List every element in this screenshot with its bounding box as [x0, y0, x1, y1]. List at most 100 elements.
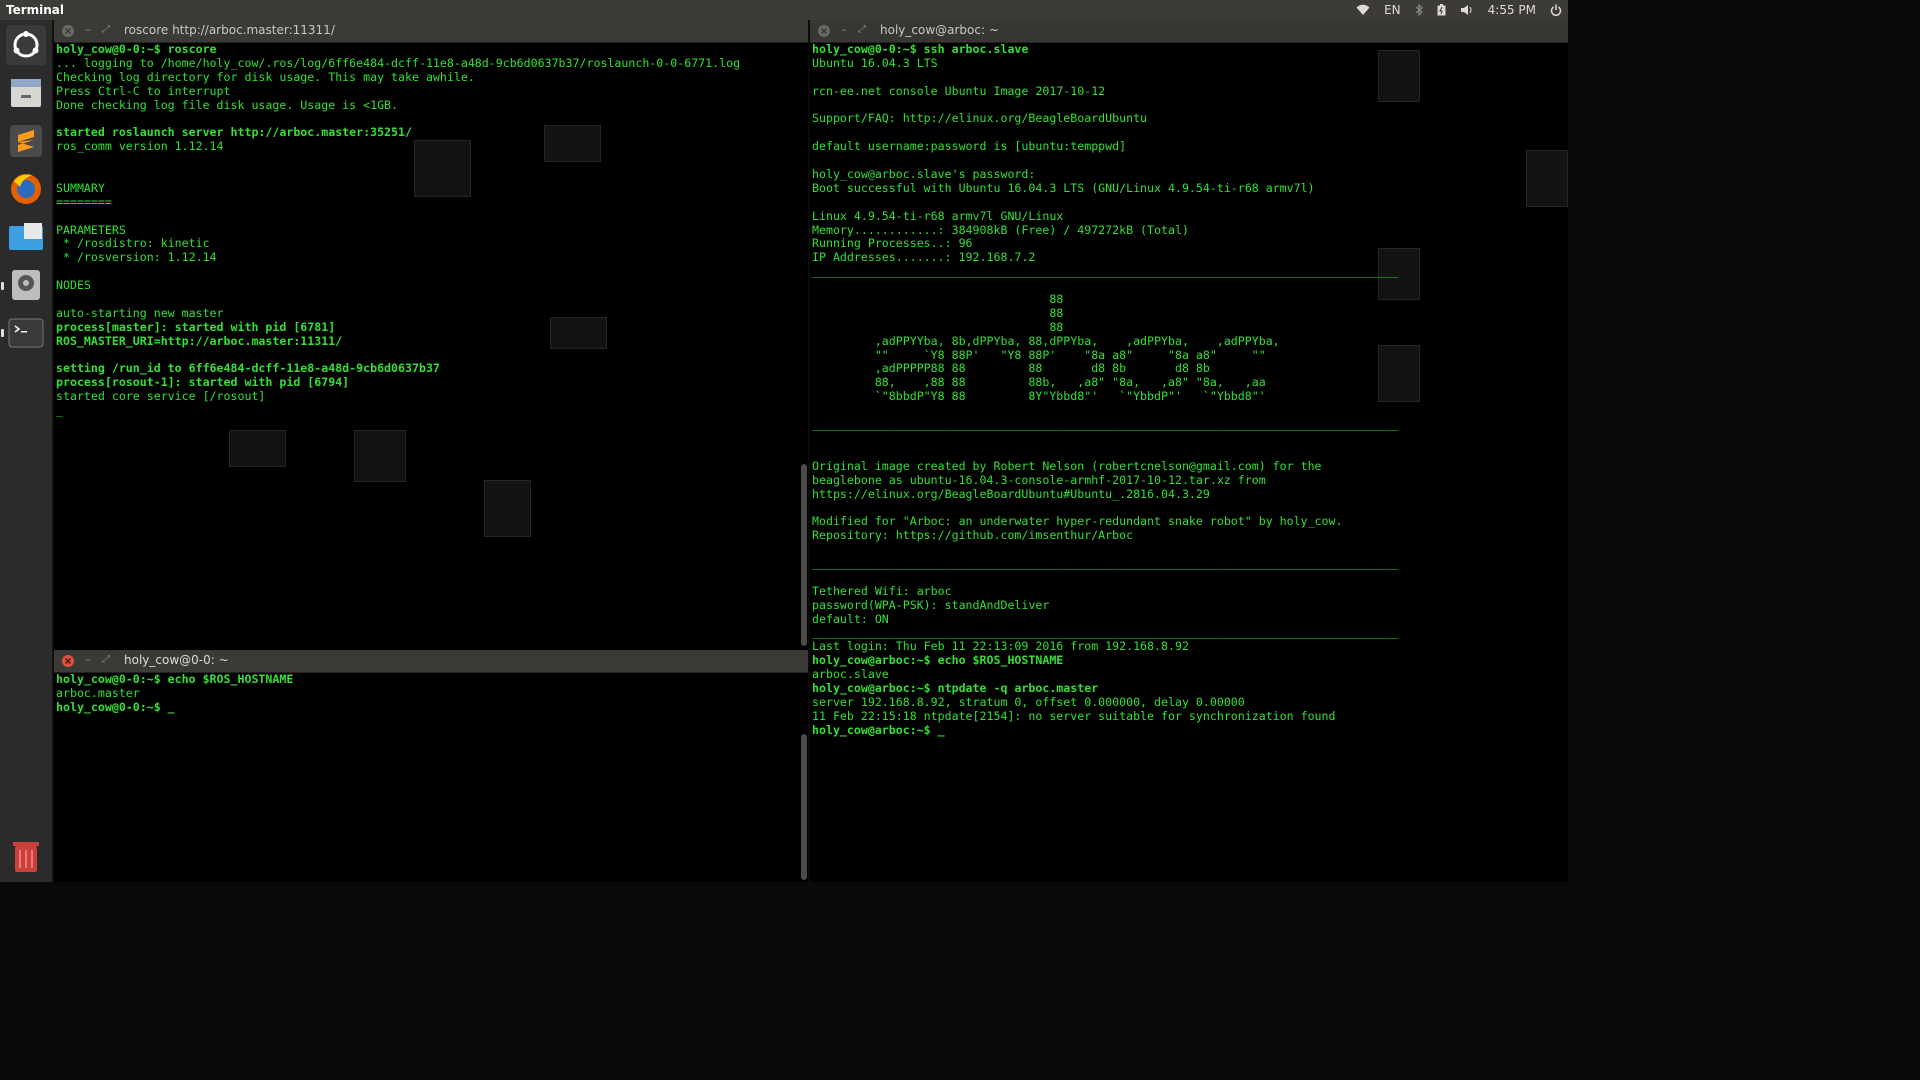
terminal-line: started roslaunch server http://arboc.ma…	[56, 125, 412, 140]
terminal-line: holy_cow@0-0:~$ _	[56, 699, 175, 714]
terminal-line: 11 Feb 22:15:18 ntpdate[2154]: no server…	[812, 708, 1336, 723]
terminal-line: `"8bbdP"Y8 88 8Y"Ybbd8"' `"YbbdP"' `"Ybb…	[812, 389, 1266, 404]
terminal-line: Repository: https://github.com/imsenthur…	[812, 528, 1134, 543]
terminal-line: ... logging to /home/holy_cow/.ros/log/6…	[56, 55, 741, 70]
terminal-output[interactable]: holy_cow@0-0:~$ echo $ROS_HOSTNAME arboc.…	[56, 673, 798, 882]
terminal-window-echo[interactable]: – ⤢ holy_cow@0-0: ~ holy_cow@0-0:~$ echo…	[54, 650, 808, 882]
terminal-line: setting /run_id to 6ff6e484-dcff-11e8-a4…	[56, 361, 440, 376]
volume-icon[interactable]	[1460, 4, 1474, 16]
close-button[interactable]	[62, 25, 74, 37]
terminal-line: default username:password is [ubuntu:tem…	[812, 139, 1127, 154]
terminal-window-roscore[interactable]: – ⤢ roscore http://arboc.master:11311/ h…	[54, 20, 808, 650]
terminal-line: Modified for "Arboc: an underwater hyper…	[812, 514, 1343, 529]
maximize-button[interactable]: ⤢	[100, 654, 112, 666]
terminal-line: _	[56, 403, 63, 418]
terminal-output[interactable]: holy_cow@0-0:~$ ssh arboc.slave Ubuntu 16…	[812, 43, 1558, 882]
terminal-window-ssh[interactable]: – ⤢ holy_cow@arboc: ~ holy_cow@0-0:~$ ss…	[810, 20, 1568, 882]
terminal-line: IP Addresses.......: 192.168.7.2	[812, 250, 1036, 265]
close-button[interactable]	[818, 25, 830, 37]
battery-icon[interactable]	[1437, 4, 1446, 16]
power-icon[interactable]	[1550, 4, 1562, 16]
terminal-line: ________________________________________…	[812, 264, 1399, 279]
window-title: holy_cow@0-0: ~	[124, 653, 229, 667]
maximize-button[interactable]: ⤢	[100, 24, 112, 36]
terminal-line: beaglebone as ubuntu-16.04.3-console-arm…	[812, 472, 1266, 487]
terminal-line: Ubuntu 16.04.3 LTS	[812, 55, 938, 70]
keyboard-language[interactable]: EN	[1384, 3, 1401, 17]
terminal-icon[interactable]	[6, 313, 46, 353]
running-indicator	[1, 329, 4, 337]
terminal-line: holy_cow@arboc:~$ ntpdate -q arboc.maste…	[812, 680, 1099, 695]
terminal-line: ,adPPYYba, 8b,dPPYba, 88,dPPYba, ,adPPYb…	[812, 333, 1280, 348]
running-indicator	[1, 282, 4, 290]
terminal-line: SUMMARY	[56, 180, 105, 195]
titlebar[interactable]: – ⤢ holy_cow@0-0: ~	[54, 650, 808, 673]
titlebar[interactable]: – ⤢ holy_cow@arboc: ~	[810, 20, 1568, 43]
terminal-line: Linux 4.9.54-ti-r68 armv7l GNU/Linux	[812, 208, 1064, 223]
terminal-output[interactable]: holy_cow@0-0:~$ roscore... logging to /h…	[56, 43, 798, 650]
app-title: Terminal	[6, 3, 65, 17]
ubuntu-dash-icon[interactable]	[6, 25, 46, 65]
terminal-line: ros_comm version 1.12.14	[56, 139, 224, 154]
terminal-line: ________________________________________…	[812, 417, 1399, 432]
window-title: holy_cow@arboc: ~	[880, 23, 999, 37]
terminal-line: started core service [/rosout]	[56, 389, 266, 404]
bluetooth-icon[interactable]	[1415, 4, 1423, 16]
terminal-line: holy_cow@arboc:~$ echo $ROS_HOSTNAME	[812, 653, 1064, 668]
terminal-line: 88, ,88 88 88b, ,a8" "8a, ,a8" "8a, ,aa	[812, 375, 1266, 390]
terminal-line: process[rosout-1]: started with pid [679…	[56, 375, 350, 390]
maximize-button[interactable]: ⤢	[856, 24, 868, 36]
indicator-area: EN 4:55 PM	[1356, 0, 1562, 20]
terminal-line: holy_cow@0-0:~$ echo $ROS_HOSTNAME	[56, 673, 294, 686]
titlebar[interactable]: – ⤢ roscore http://arboc.master:11311/	[54, 20, 808, 43]
terminal-line: process[master]: started with pid [6781]	[56, 319, 336, 334]
sublime-text-icon[interactable]	[6, 121, 46, 161]
launcher	[0, 20, 53, 882]
firefox-icon[interactable]	[6, 169, 46, 209]
terminal-line: 88	[812, 305, 1064, 320]
close-button[interactable]	[62, 655, 74, 667]
minimize-button[interactable]: –	[82, 654, 94, 666]
minimize-button[interactable]: –	[82, 24, 94, 36]
terminal-line: 88	[812, 319, 1064, 334]
scrollbar[interactable]	[801, 464, 807, 646]
terminal-line: Running Processes..: 96	[812, 236, 973, 251]
terminal-line: password(WPA-PSK): standAndDeliver	[812, 597, 1050, 612]
top-panel: Terminal EN 4:55 PM	[0, 0, 1568, 20]
terminal-line: https://elinux.org/BeagleBoardUbuntu#Ubu…	[812, 486, 1210, 501]
terminal-line: holy_cow@0-0:~$ ssh arboc.slave	[812, 43, 1029, 56]
terminal-line: Done checking log file disk usage. Usage…	[56, 97, 399, 112]
terminal-line: default: ON	[812, 611, 889, 626]
folder-icon[interactable]	[6, 217, 46, 257]
terminal-line: Tethered Wifi: arboc	[812, 583, 952, 598]
minimize-button[interactable]: –	[838, 24, 850, 36]
terminal-line: 88	[812, 292, 1064, 307]
terminal-line: Original image created by Robert Nelson …	[812, 458, 1322, 473]
terminal-line: NODES	[56, 278, 91, 293]
disk-utility-icon[interactable]	[6, 265, 46, 305]
terminal-line: Last login: Thu Feb 11 22:13:09 2016 fro…	[812, 639, 1189, 654]
terminal-line: arboc.slave	[812, 667, 889, 682]
clock[interactable]: 4:55 PM	[1488, 3, 1536, 17]
files-icon[interactable]	[6, 73, 46, 113]
terminal-line: ________________________________________…	[812, 625, 1399, 640]
trash-icon[interactable]	[6, 836, 46, 876]
terminal-line: Support/FAQ: http://elinux.org/BeagleBoa…	[812, 111, 1148, 126]
terminal-line: holy_cow@arboc.slave's password:	[812, 167, 1036, 182]
terminal-line: arboc.master	[56, 685, 140, 700]
scrollbar[interactable]	[801, 734, 807, 880]
terminal-line: holy_cow@arboc:~$ _	[812, 722, 945, 737]
wifi-icon[interactable]	[1356, 4, 1370, 16]
